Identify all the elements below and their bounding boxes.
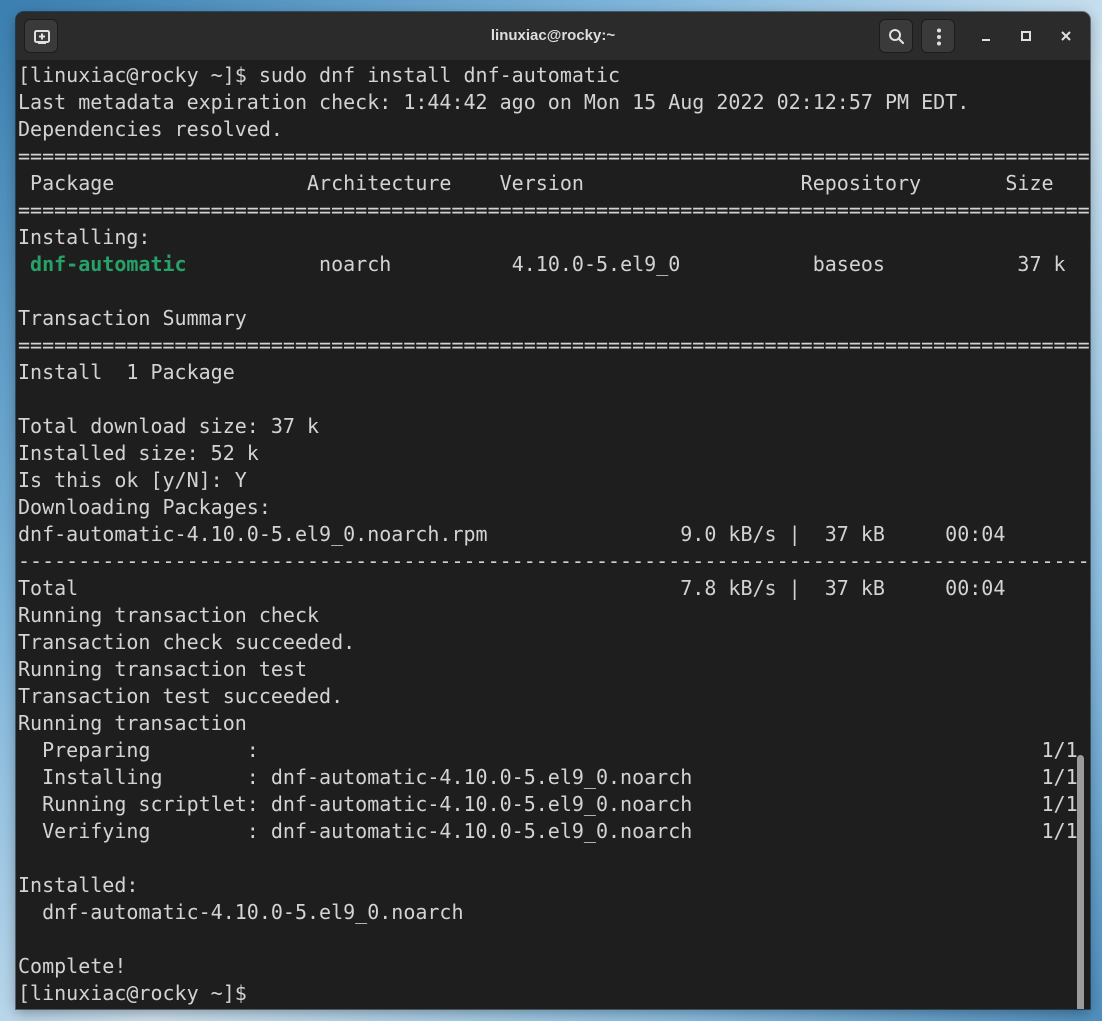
separator-line: ========================================… — [18, 333, 1090, 357]
minimize-button[interactable] — [972, 22, 1000, 50]
terminal-line: Transaction check succeeded. — [18, 630, 356, 654]
terminal-line: Installing : dnf-automatic-4.10.0-5.el9_… — [18, 765, 1078, 789]
maximize-icon — [1021, 31, 1031, 41]
close-icon — [1061, 31, 1071, 41]
menu-button[interactable] — [921, 19, 955, 53]
terminal-line: Verifying : dnf-automatic-4.10.0-5.el9_0… — [18, 819, 1078, 843]
package-row: dnf-automatic noarch 4.10.0-5.el9_0 base… — [18, 251, 1090, 278]
terminal-line: dnf-automatic-4.10.0-5.el9_0.noarch.rpm … — [18, 522, 1006, 546]
package-row-indent — [18, 252, 30, 276]
terminal-line: Installing: — [18, 225, 151, 249]
search-button[interactable] — [879, 19, 913, 53]
terminal-line: Installed size: 52 k — [18, 441, 259, 465]
terminal-line: Running transaction check — [18, 603, 320, 627]
terminal-text: [linuxiac@rocky ~]$ sudo dnf install dnf… — [18, 62, 1090, 1007]
separator-line: ----------------------------------------… — [18, 549, 1090, 573]
terminal-line: Transaction test succeeded. — [18, 684, 344, 708]
search-icon — [889, 29, 905, 45]
separator-line: ========================================… — [18, 198, 1090, 222]
terminal-prompt: [linuxiac@rocky ~]$ — [18, 981, 247, 1005]
scrollbar-thumb[interactable] — [1077, 755, 1084, 1009]
terminal-line: Install 1 Package — [18, 360, 235, 384]
terminal-line: Total 7.8 kB/s | 37 kB 00:04 — [18, 576, 1006, 600]
terminal-window: linuxiac@rocky:~ [linuxiac@rocky ~]$ sud… — [16, 12, 1090, 1009]
terminal-line: dnf-automatic-4.10.0-5.el9_0.noarch — [18, 900, 464, 924]
terminal-line: Preparing : 1/1 — [18, 738, 1078, 762]
table-header: Package Architecture Version Repository … — [18, 171, 1054, 195]
terminal-line: Dependencies resolved. — [18, 117, 283, 141]
maximize-button[interactable] — [1012, 22, 1040, 50]
separator-line: ========================================… — [18, 144, 1090, 168]
package-details: noarch 4.10.0-5.el9_0 baseos 37 k — [186, 252, 1066, 276]
terminal-line: Installed: — [18, 873, 139, 897]
package-name: dnf-automatic — [30, 252, 187, 276]
menu-kebab-icon — [937, 28, 941, 46]
terminal-line: Running scriptlet: dnf-automatic-4.10.0-… — [18, 792, 1078, 816]
minimize-icon — [982, 39, 990, 41]
terminal-line: Transaction Summary — [18, 306, 247, 330]
terminal-line: Running transaction test — [18, 657, 307, 681]
title-bar[interactable]: linuxiac@rocky:~ — [16, 12, 1090, 61]
terminal-line: Total download size: 37 k — [18, 414, 320, 438]
terminal-line: Last metadata expiration check: 1:44:42 … — [18, 90, 970, 114]
terminal-line: [linuxiac@rocky ~]$ sudo dnf install dnf… — [18, 63, 621, 87]
close-button[interactable] — [1052, 22, 1080, 50]
terminal-output-area[interactable]: [linuxiac@rocky ~]$ sudo dnf install dnf… — [16, 60, 1090, 1009]
terminal-line: Downloading Packages: — [18, 495, 271, 519]
terminal-line: Complete! — [18, 954, 127, 978]
terminal-line: Is this ok [y/N]: Y — [18, 468, 247, 492]
terminal-line: Running transaction — [18, 711, 247, 735]
